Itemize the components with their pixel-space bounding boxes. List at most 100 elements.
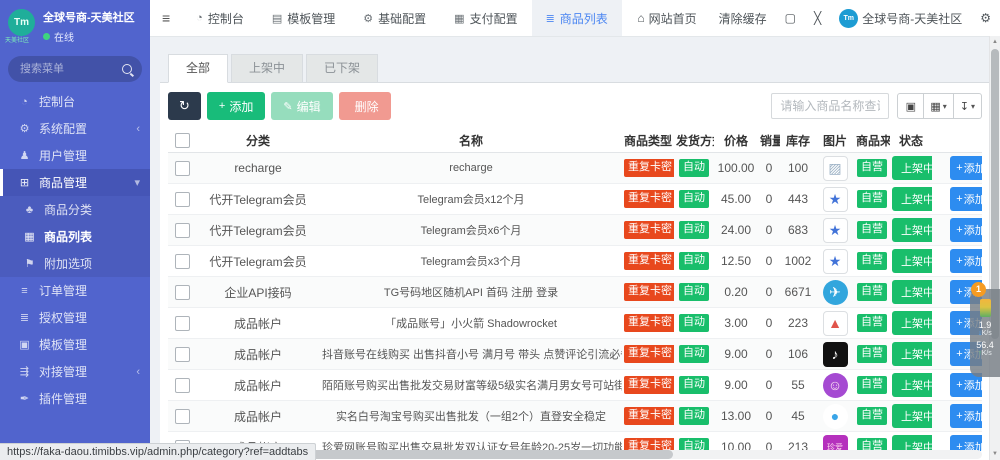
delivery-cell: 自动 <box>674 153 714 184</box>
vertical-scrollbar[interactable]: ▲ ▼ <box>989 36 1000 460</box>
select-all-checkbox[interactable] <box>175 133 190 148</box>
status-cell: 上架中 <box>890 215 932 246</box>
nav-tab[interactable]: ≣ 商品列表 <box>532 0 622 36</box>
fullscreen-button[interactable]: ╳ <box>805 0 830 36</box>
status-button[interactable]: 上架中 <box>892 187 932 211</box>
delivery-cell: 自动 <box>674 401 714 432</box>
add-button[interactable]: + 添加 <box>207 92 265 120</box>
sidebar-item[interactable]: ≣ 授权管理 <box>0 304 150 331</box>
add-stock-button[interactable]: +添加库存 <box>950 156 982 180</box>
nav-tab-label: 商品列表 <box>560 10 608 27</box>
add-stock-button[interactable]: +添加库存 <box>950 435 982 451</box>
filter-tab[interactable]: 已下架 <box>306 54 378 83</box>
filter-tab[interactable]: 上架中 <box>231 54 303 83</box>
search-toggle-button[interactable]: ▣ <box>897 93 924 119</box>
sidebar-item[interactable]: ⇶ 对接管理 ‹ <box>0 358 150 385</box>
chevron-icon: ▾ <box>134 176 140 189</box>
type-cell: 重复卡密 <box>622 308 674 339</box>
export-button[interactable]: ↧ ▾ <box>954 93 982 119</box>
filter-tab[interactable]: 全部 <box>168 54 228 83</box>
add-stock-button[interactable]: +添加库存 <box>950 249 982 273</box>
net-speed-widget[interactable]: 1 1.9 ↓K/s 56.4 ↑K/s <box>970 289 1000 377</box>
brand[interactable]: Tm 天美社区 全球号商-天美社区 在线 <box>0 0 150 46</box>
menu-search-input[interactable] <box>18 62 116 76</box>
home-link[interactable]: ⌂ 网站首页 <box>628 0 705 36</box>
sidebar-item[interactable]: ♣ 商品分类 <box>0 196 150 223</box>
tiktok-icon: ♪ <box>823 342 848 367</box>
row-checkbox[interactable] <box>175 192 190 207</box>
settings-button[interactable]: ⚙ <box>971 0 1000 36</box>
sidebar-item[interactable]: ▣ 模板管理 <box>0 331 150 358</box>
edit-button[interactable]: ✎ 编辑 <box>271 92 332 120</box>
sidebar-item[interactable]: ♟ 用户管理 <box>0 142 150 169</box>
stock-cell: 683 <box>780 215 816 246</box>
checkbox-cell <box>168 339 196 370</box>
checkbox-cell <box>168 184 196 215</box>
add-stock-label: 添加库存 <box>964 377 982 393</box>
search-icon <box>122 64 132 74</box>
checkbox-cell <box>168 308 196 339</box>
username: 全球号商-天美社区 <box>862 10 962 27</box>
delivery-badge: 自动 <box>679 190 709 208</box>
status-cell: 上架中 <box>890 339 932 370</box>
delivery-cell: 自动 <box>674 370 714 401</box>
sidebar-item[interactable]: ⚑ 附加选项 <box>0 250 150 277</box>
status-button[interactable]: 上架中 <box>892 249 932 273</box>
sales-cell: 0 <box>758 246 780 277</box>
source-badge: 自营 <box>857 283 887 301</box>
row-checkbox[interactable] <box>175 285 190 300</box>
nav-tab[interactable]: ◔ 控制台 <box>182 0 258 36</box>
scroll-up-arrow-icon[interactable]: ▲ <box>990 37 1000 47</box>
status-button[interactable]: 上架中 <box>892 342 932 366</box>
product-type-badge: 重复卡密 <box>624 221 674 239</box>
row-checkbox[interactable] <box>175 378 190 393</box>
delete-button[interactable]: 删除 <box>339 92 391 120</box>
refresh-button[interactable]: ↻ <box>168 92 201 120</box>
sidebar-item[interactable]: ⚙ 系统配置 ‹ <box>0 115 150 142</box>
sidebar-item[interactable]: ◔ 控制台 <box>0 88 150 115</box>
status-button[interactable]: 上架中 <box>892 218 932 242</box>
sidebar-item[interactable]: ✒ 插件管理 <box>0 385 150 412</box>
sidebar-item[interactable]: ⊞ 商品管理 ▾ <box>0 169 150 196</box>
status-button[interactable]: 上架中 <box>892 280 932 304</box>
status-button[interactable]: 上架中 <box>892 156 932 180</box>
status-button[interactable]: 上架中 <box>892 435 932 451</box>
status-url-tooltip: https://faka-daou.timibbs.vip/admin.php/… <box>0 443 316 460</box>
nav-tab[interactable]: ▦ 支付配置 <box>440 0 531 36</box>
status-button[interactable]: 上架中 <box>892 311 932 335</box>
status-button[interactable]: 上架中 <box>892 373 932 397</box>
sidebar-item-label: 系统配置 <box>39 120 136 137</box>
sidebar-item[interactable]: ▦ 商品列表 <box>0 223 150 250</box>
row-checkbox[interactable] <box>175 223 190 238</box>
nav-tab-label: 模板管理 <box>287 10 335 27</box>
status-cell: 上架中 <box>890 184 932 215</box>
action-cell: +添加库存 <box>932 184 982 215</box>
price-cell: 45.00 <box>714 184 758 215</box>
scroll-down-arrow-icon[interactable]: ▼ <box>990 449 1000 459</box>
sidebar-item-label: 商品列表 <box>44 228 140 245</box>
price-cell: 3.00 <box>714 308 758 339</box>
row-checkbox[interactable] <box>175 409 190 424</box>
product-search-input[interactable] <box>771 93 889 119</box>
user-menu[interactable]: Tm 全球号商-天美社区 <box>830 0 971 36</box>
plus-icon: + <box>219 100 225 112</box>
columns-button[interactable]: ▦ ▾ <box>924 93 953 119</box>
row-checkbox[interactable] <box>175 254 190 269</box>
chevron-icon: ‹ <box>136 366 140 378</box>
add-stock-button[interactable]: +添加库存 <box>950 218 982 242</box>
clear-cache-link[interactable]: 清除缓存 <box>706 0 776 36</box>
template-icon: ▤ <box>272 12 282 25</box>
menu-toggle-icon[interactable]: ≡ <box>150 10 182 26</box>
telegram-icon: ✈ <box>823 280 848 305</box>
nav-tab[interactable]: ⚙ 基础配置 <box>349 0 440 36</box>
doc-button[interactable]: ▢ <box>776 0 805 36</box>
status-button[interactable]: 上架中 <box>892 404 932 428</box>
add-stock-button[interactable]: +添加库存 <box>950 404 982 428</box>
row-checkbox[interactable] <box>175 316 190 331</box>
add-stock-button[interactable]: +添加库存 <box>950 187 982 211</box>
sidebar-item[interactable]: ≡ 订单管理 <box>0 277 150 304</box>
nav-tab[interactable]: ▤ 模板管理 <box>258 0 349 36</box>
row-checkbox[interactable] <box>175 161 190 176</box>
delivery-cell: 自动 <box>674 339 714 370</box>
row-checkbox[interactable] <box>175 347 190 362</box>
